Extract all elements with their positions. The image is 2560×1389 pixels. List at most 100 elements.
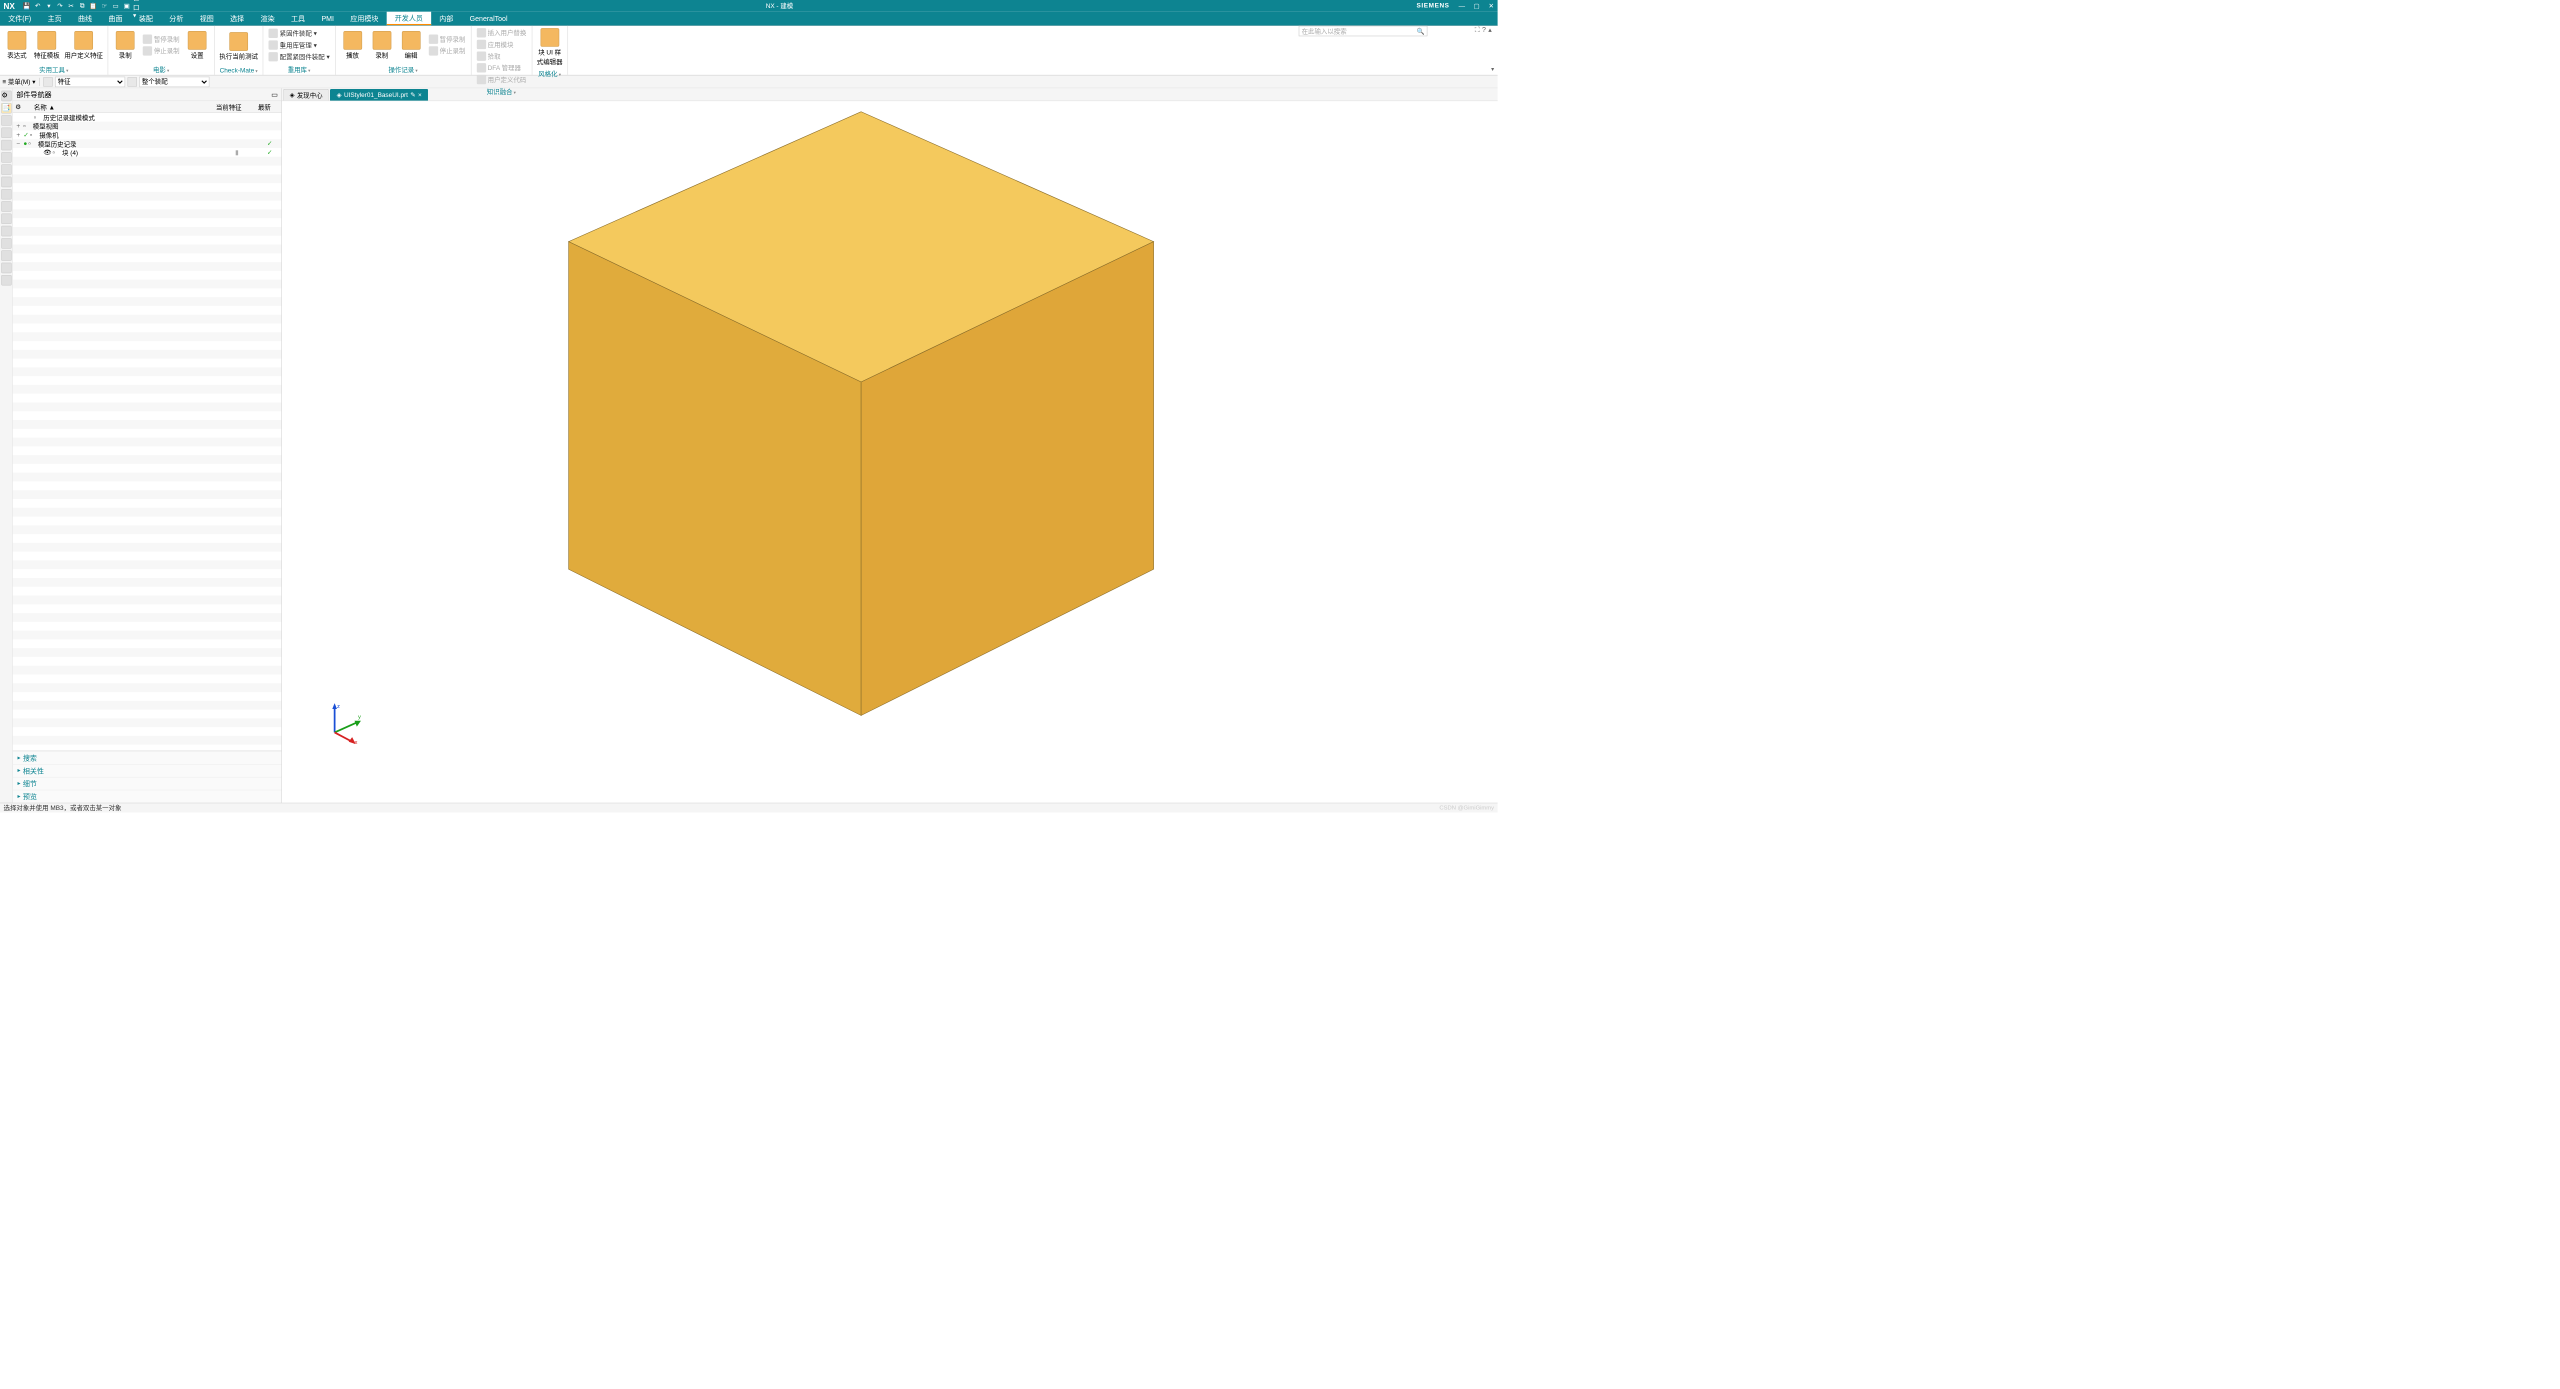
brand-label: SIEMENS — [1416, 2, 1455, 9]
fullscreen-icon[interactable]: ⛶ — [1475, 26, 1480, 35]
modified-icon: ✎ — [410, 91, 415, 99]
menu-内部[interactable]: 内部 — [431, 12, 461, 25]
undo-icon[interactable]: ↶ — [33, 1, 42, 10]
tree-row[interactable]: +▫模型视图 — [13, 122, 282, 131]
rb-user-icon[interactable] — [1, 238, 12, 249]
reuse-icon[interactable]: 重用库管理 ▾ — [267, 39, 332, 51]
rb-reuse-icon[interactable] — [1, 140, 12, 151]
rb-layer-icon[interactable] — [1, 189, 12, 200]
nav-section-搜索[interactable]: 搜索 — [13, 751, 282, 764]
rb-constraint-icon[interactable] — [1, 128, 12, 139]
chevron-down-icon[interactable]: ▾ — [44, 1, 53, 10]
block-ui-icon[interactable]: 块 UI 样式编辑器 — [536, 27, 564, 67]
menu-GeneralTool[interactable]: GeneralTool — [461, 12, 515, 25]
redo-icon[interactable]: ↷ — [55, 1, 64, 10]
window1-icon[interactable]: ▭ — [111, 1, 120, 10]
user-code-icon: 用户定义代码 — [475, 74, 528, 86]
rb-pmi-icon[interactable] — [1, 214, 12, 225]
nav-section-相关性[interactable]: 相关性 — [13, 764, 282, 777]
chevron-up-icon[interactable]: ▴ — [1488, 26, 1492, 35]
window-dropdown[interactable]: 窗口▾ — [133, 1, 142, 10]
ribbon-group-重用库[interactable]: 重用库 — [263, 64, 335, 75]
rb-part-nav-icon[interactable]: 📑 — [1, 103, 12, 114]
filter-icon-2[interactable] — [127, 77, 136, 86]
feature-template-icon[interactable]: 特征模板 — [33, 30, 61, 61]
menu-PMI[interactable]: PMI — [313, 12, 342, 25]
maximize-button[interactable]: ▢ — [1470, 2, 1483, 10]
save-icon[interactable]: 💾 — [22, 1, 31, 10]
close-button[interactable]: ✕ — [1485, 2, 1498, 10]
menu-主页[interactable]: 主页 — [39, 12, 69, 25]
menu-开发人员[interactable]: 开发人员 — [387, 12, 431, 25]
filter-icon-1[interactable] — [43, 77, 52, 86]
nav-column-headers[interactable]: ⚙ 名称 ▲ 当前特征 最新 — [13, 101, 282, 113]
tab-UIStyler01_BaseUI.prt[interactable]: ◈ UIStyler01_BaseUI.prt ✎ × — [330, 89, 428, 101]
selection-bar: ≡ 菜单(M) ▾ 特征 整个装配 — [0, 75, 1498, 88]
tree-row[interactable]: ▫历史记录建模模式 — [13, 113, 282, 122]
ribbon-group-操作记录[interactable]: 操作记录 — [336, 64, 471, 75]
menu-视图[interactable]: 视图 — [192, 12, 222, 25]
tree-row[interactable]: +✓▫摄像机 — [13, 130, 282, 139]
ribbon-停止录制: 停止录制 — [141, 45, 181, 57]
fasten-icon[interactable]: 紧固件装配 ▾ — [267, 27, 332, 39]
feature-filter-dropdown[interactable]: 特征 — [55, 76, 125, 87]
model-cube[interactable] — [528, 107, 1195, 721]
minimize-button[interactable]: — — [1455, 3, 1468, 10]
ribbon-group-知识融合[interactable]: 知识融合 — [471, 87, 531, 98]
ribbon-group-风格化[interactable]: 风格化 — [532, 68, 567, 79]
graphics-viewport[interactable]: z y x — [282, 101, 1498, 802]
menu-文件(F)[interactable]: 文件(F) — [0, 12, 39, 25]
rb-assembly-icon[interactable] — [1, 115, 12, 126]
rb-history-icon[interactable] — [1, 164, 12, 175]
rb-misc2-icon[interactable] — [1, 263, 12, 274]
search-icon[interactable]: 🔍 — [1416, 27, 1424, 35]
fx-icon[interactable]: 表达式 — [4, 30, 31, 61]
menu-应用模块[interactable]: 应用模块 — [342, 12, 386, 25]
tree-row[interactable]: −●▫模型历史记录✓ — [13, 139, 282, 148]
record-icon[interactable]: 录制 — [112, 30, 139, 61]
rb-draft-icon[interactable] — [1, 201, 12, 212]
view-triad[interactable]: z y x — [317, 703, 364, 744]
search-input[interactable]: 在此输入以搜索 🔍 — [1299, 26, 1428, 37]
tree-row[interactable]: 👁▫块 (4)▮✓ — [13, 148, 282, 157]
rb-render-icon[interactable] — [1, 177, 12, 188]
help-icon[interactable]: ? — [1482, 26, 1486, 35]
quick-access-toolbar: 💾 ↶ ▾ ↷ ✂ ⧉ 📋 ☞ ▭ ▣ 窗口▾ — [20, 1, 143, 10]
ribbon-group-Check-Mate[interactable]: Check-Mate — [215, 67, 263, 75]
menu-曲面[interactable]: 曲面 — [100, 12, 130, 25]
cut-icon[interactable]: ✂ — [66, 1, 75, 10]
play-icon[interactable]: 播放 — [339, 30, 366, 61]
run-test-icon[interactable]: 执行当前测试 — [218, 31, 259, 62]
edit-icon[interactable]: 编辑 — [398, 30, 425, 61]
rb-settings-icon[interactable]: ⚙ — [1, 91, 12, 102]
nav-section-细节[interactable]: 细节 — [13, 777, 282, 790]
rb-tool-icon[interactable] — [1, 226, 12, 237]
menu-工具[interactable]: 工具 — [283, 12, 313, 25]
pin-icon[interactable]: ▭ — [271, 90, 278, 98]
nav-tree[interactable]: ▫历史记录建模模式+▫模型视图+✓▫摄像机−●▫模型历史记录✓👁▫块 (4)▮✓ — [13, 113, 282, 751]
rb-misc1-icon[interactable] — [1, 250, 12, 261]
part-navigator: 部件导航器 ▭ ⚙ 名称 ▲ 当前特征 最新 ▫历史记录建模模式+▫模型视图+✓… — [13, 88, 282, 802]
window2-icon[interactable]: ▣ — [122, 1, 131, 10]
touch-icon[interactable]: ☞ — [100, 1, 109, 10]
menu-button[interactable]: ≡ 菜单(M) ▾ — [2, 77, 35, 86]
config-icon[interactable]: 配置紧固件装配 ▾ — [267, 51, 332, 63]
assembly-filter-dropdown[interactable]: 整个装配 — [139, 76, 209, 87]
menu-分析[interactable]: 分析 — [161, 12, 191, 25]
rb-view-icon[interactable] — [1, 152, 12, 163]
copy-icon[interactable]: ⧉ — [77, 1, 86, 10]
rb-misc3-icon[interactable] — [1, 275, 12, 286]
settings-icon[interactable]: 设置 — [184, 30, 211, 61]
ribbon-group-电影[interactable]: 电影 — [108, 64, 214, 75]
udf-icon[interactable]: 用户定义特征 — [63, 30, 104, 61]
menu-选择[interactable]: 选择 — [222, 12, 252, 25]
tab-发现中心[interactable]: ◈ 发现中心 — [283, 89, 329, 101]
close-tab-icon[interactable]: × — [418, 92, 422, 99]
record2-icon[interactable]: 录制 — [368, 30, 395, 61]
ribbon-group-实用工具[interactable]: 实用工具 — [0, 64, 108, 75]
menu-曲线[interactable]: 曲线 — [70, 12, 100, 25]
menu-渲染[interactable]: 渲染 — [252, 12, 282, 25]
menu-装配[interactable]: 装配 — [131, 12, 161, 25]
paste-icon[interactable]: 📋 — [89, 1, 98, 10]
nav-section-预览[interactable]: 预览 — [13, 790, 282, 803]
